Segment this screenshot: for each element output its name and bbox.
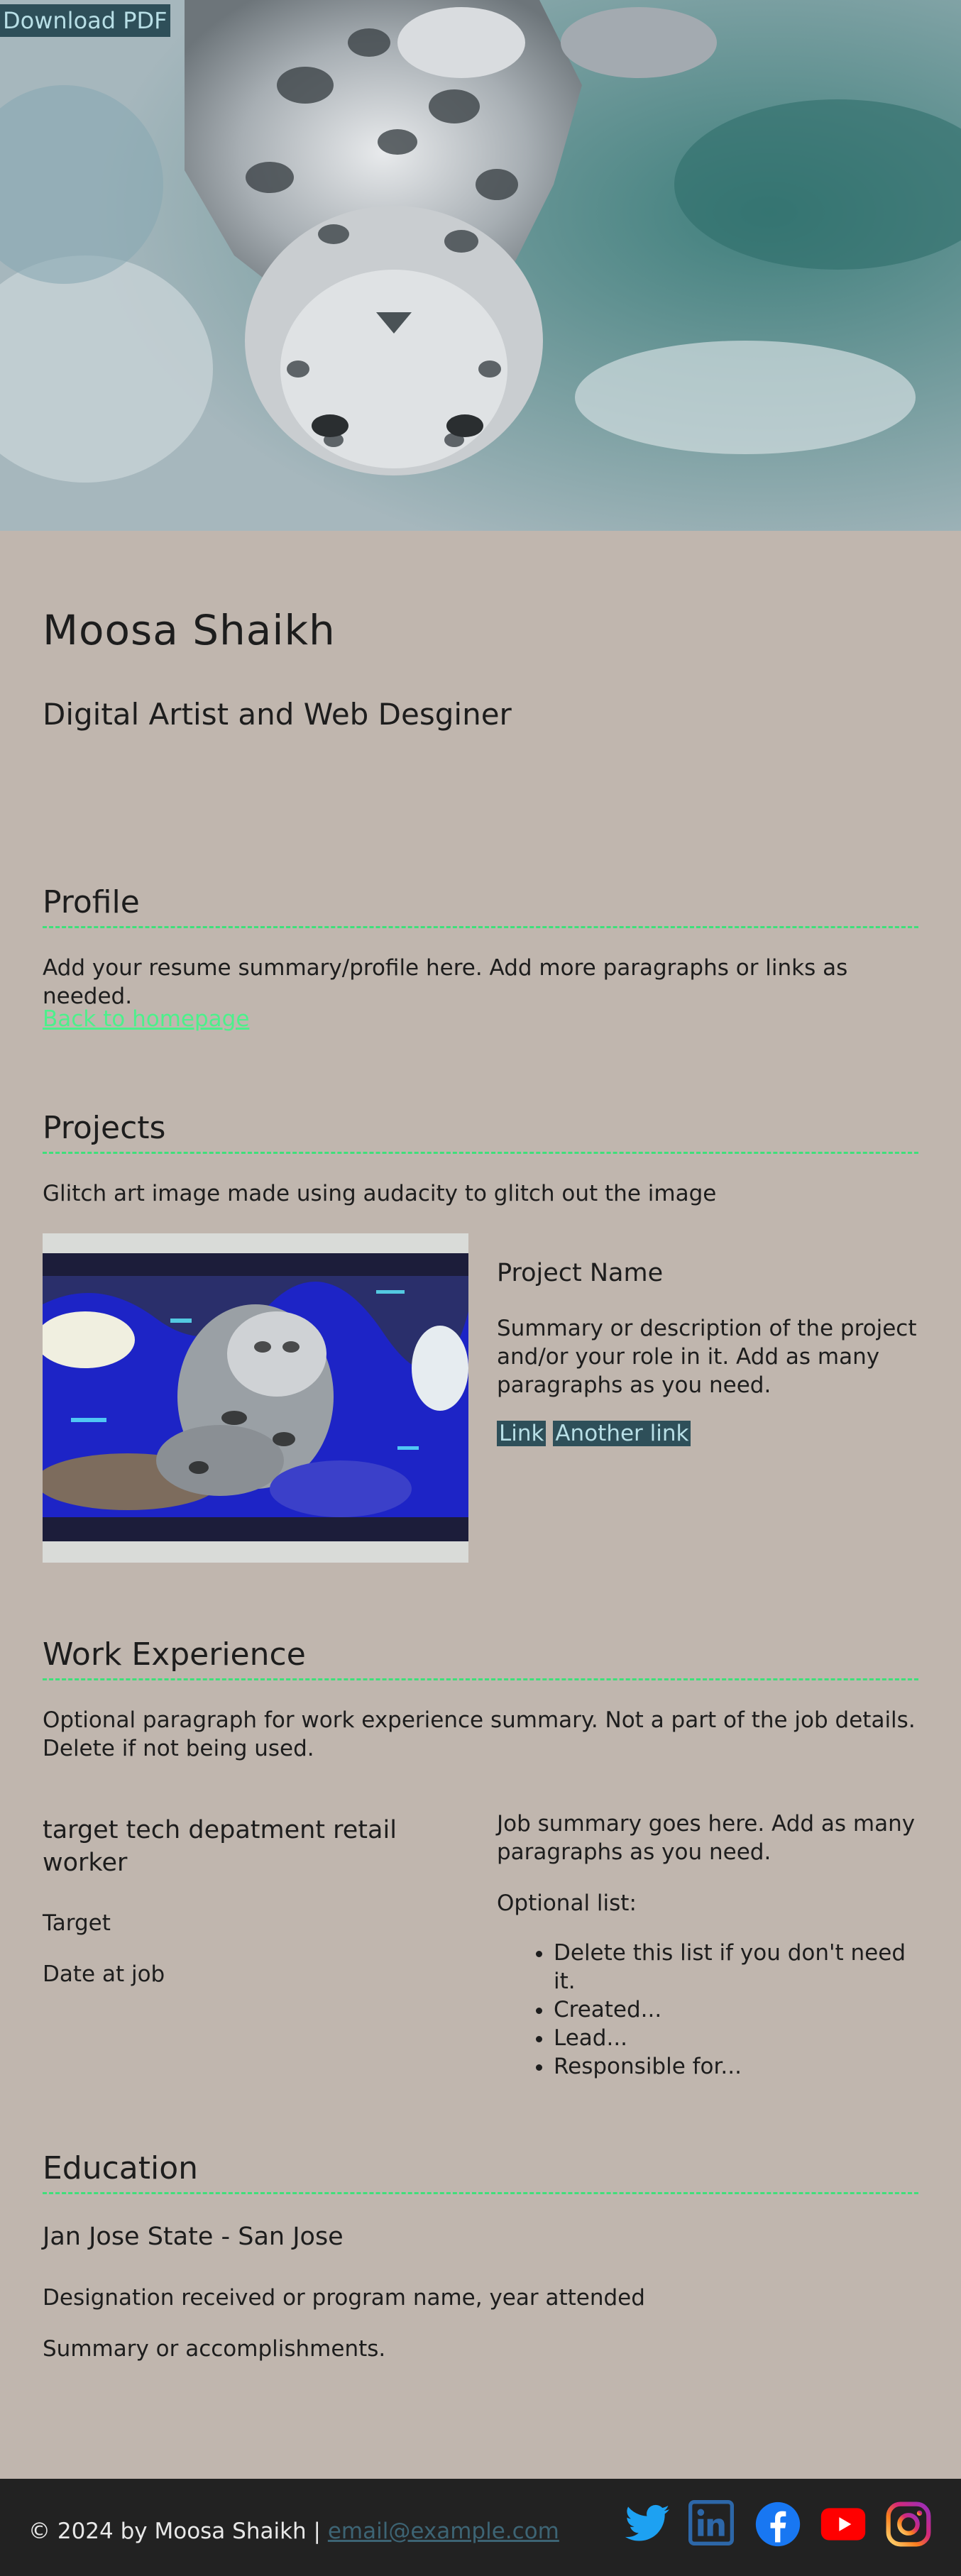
back-to-homepage-link[interactable]: Back to homepage	[43, 1006, 249, 1032]
footer-copyright: © 2024 by Moosa Shaikh |	[28, 2519, 321, 2544]
list-item: Responsible for...	[554, 2052, 918, 2081]
facebook-icon[interactable]	[754, 2500, 802, 2548]
list-item: Created...	[554, 1996, 918, 2024]
person-tagline: Digital Artist and Web Desginer	[43, 697, 512, 732]
hero-image: Download PDF	[0, 0, 961, 531]
work-experience-heading: Work Experience	[43, 1636, 918, 1680]
profile-summary: Add your resume summary/profile here. Ad…	[43, 955, 848, 1009]
education-summary: Summary or accomplishments.	[43, 2336, 386, 2362]
person-name: Moosa Shaikh	[43, 606, 336, 654]
projects-intro: Glitch art image made using audacity to …	[43, 1181, 717, 1206]
footer-email-link[interactable]: email@example.com	[328, 2519, 559, 2544]
glitch-art-image	[43, 1233, 468, 1563]
project-another-link[interactable]: Another link	[553, 1421, 691, 1446]
projects-heading: Projects	[43, 1110, 918, 1154]
job-title: target tech depatment retail worker	[43, 1816, 397, 1877]
job-company: Target	[43, 1910, 111, 1936]
work-intro: Optional paragraph for work experience s…	[43, 1707, 916, 1761]
project-description: Summary or description of the project an…	[497, 1316, 917, 1398]
education-designation: Designation received or program name, ye…	[43, 2285, 645, 2311]
job-duties-list: Delete this list if you don't need it. C…	[497, 1939, 918, 2081]
job-date: Date at job	[43, 1961, 165, 1987]
list-item: Lead...	[554, 2024, 918, 2052]
job-summary: Job summary goes here. Add as many parag…	[497, 1811, 916, 1865]
youtube-icon[interactable]	[819, 2500, 867, 2548]
footer: © 2024 by Moosa Shaikh | email@example.c…	[0, 2479, 961, 2576]
education-heading: Education	[43, 2150, 918, 2194]
snow-leopard-image	[0, 0, 961, 531]
download-pdf-button[interactable]: Download PDF	[0, 4, 170, 37]
instagram-icon[interactable]	[884, 2500, 933, 2548]
list-item: Delete this list if you don't need it.	[554, 1939, 918, 1996]
twitter-icon[interactable]	[623, 2500, 671, 2548]
project-link[interactable]: Link	[497, 1421, 547, 1446]
profile-heading: Profile	[43, 884, 918, 928]
school-name: Jan Jose State - San Jose	[43, 2223, 344, 2251]
linkedin-icon[interactable]	[688, 2500, 734, 2545]
job-list-label: Optional list:	[497, 1890, 637, 1916]
project-name: Project Name	[497, 1259, 664, 1287]
